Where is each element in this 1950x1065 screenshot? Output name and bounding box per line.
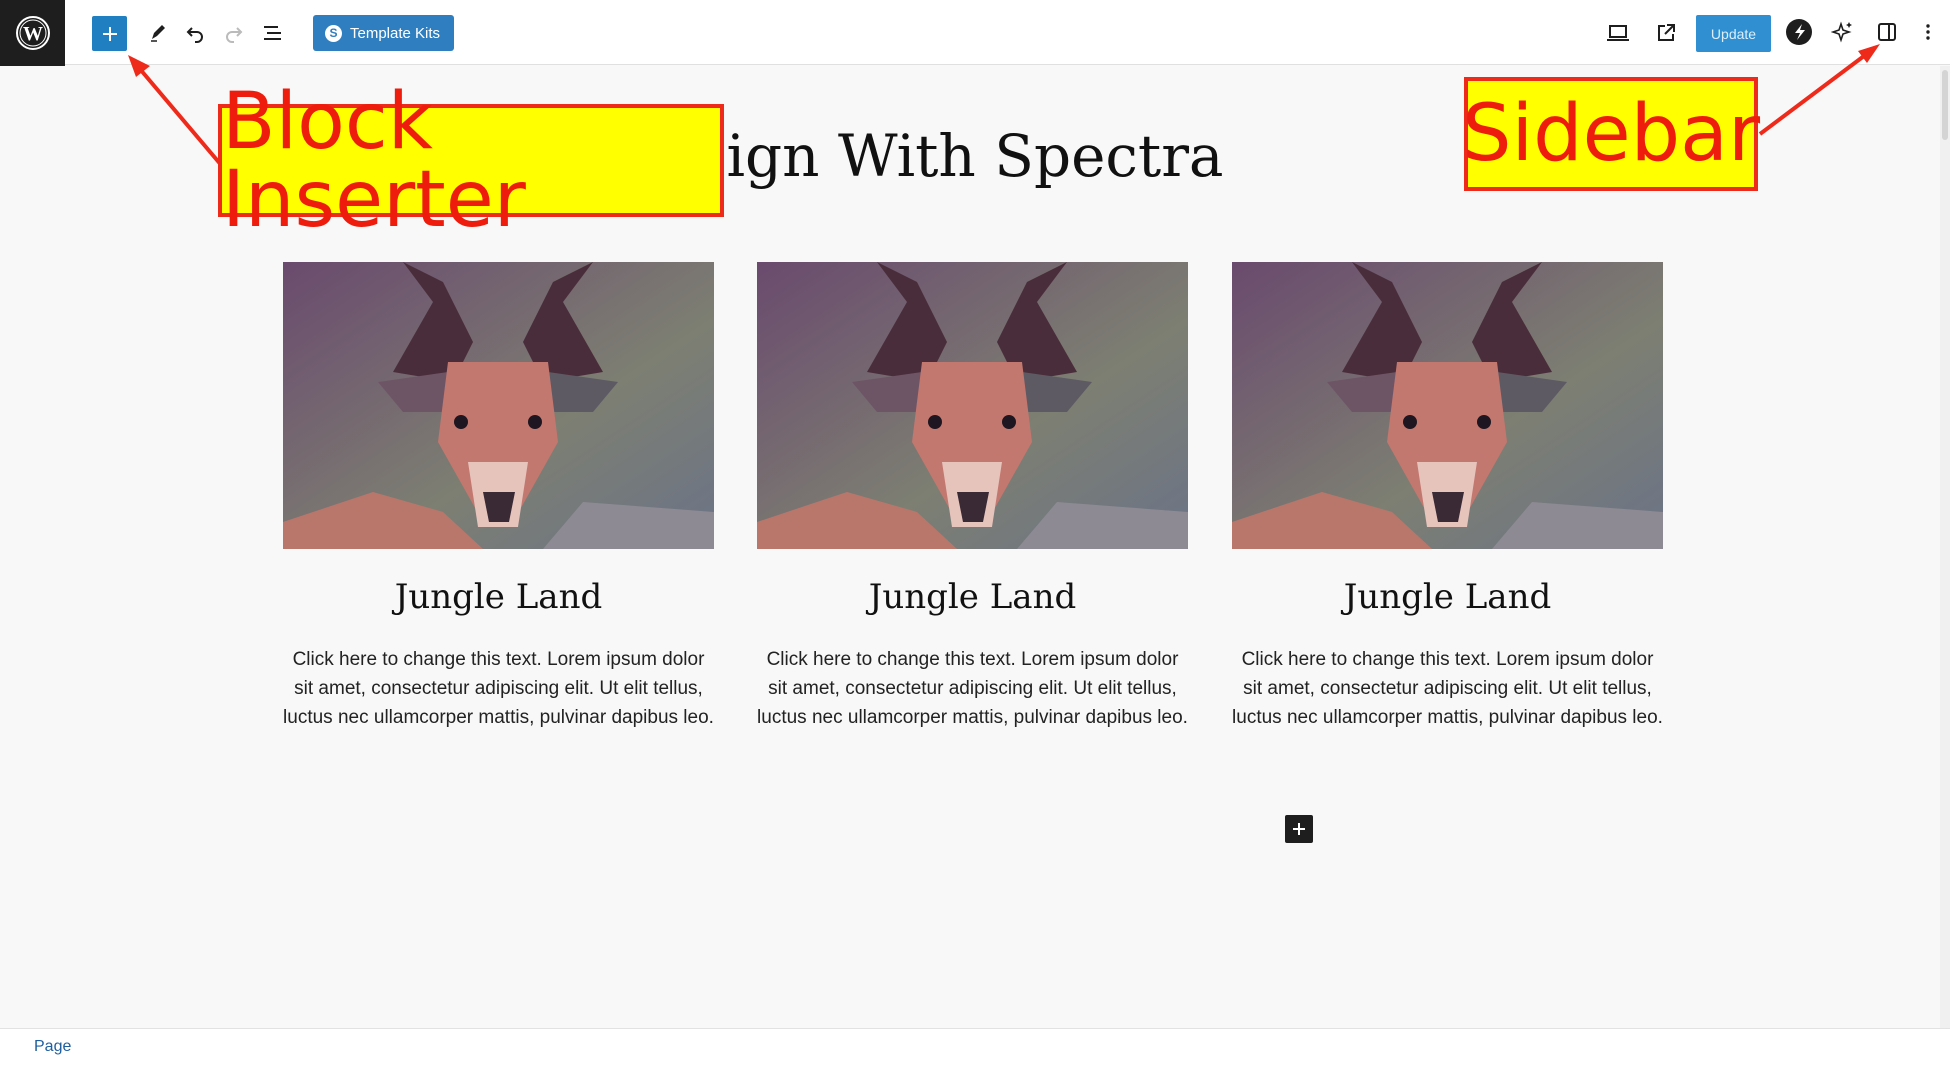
update-button[interactable]: Update (1696, 15, 1771, 52)
deer-image[interactable] (757, 262, 1188, 549)
card-columns: Jungle Land Click here to change this te… (283, 262, 1663, 762)
block-inserter-callout-label: Block Inserter (222, 76, 526, 245)
wordpress-logo-icon[interactable]: W (0, 0, 65, 66)
pencil-icon (151, 25, 165, 42)
block-inserter-callout: Block Inserter (218, 83, 724, 239)
spectra-icon (1786, 19, 1812, 45)
card-text[interactable]: Click here to change this text. Lorem ip… (757, 645, 1188, 732)
sidebar-callout-label: Sidebar (1461, 89, 1761, 179)
card-title[interactable]: Jungle Land (283, 577, 714, 617)
update-label: Update (1710, 25, 1757, 42)
card-title[interactable]: Jungle Land (1232, 577, 1663, 617)
add-block-button[interactable] (1285, 815, 1313, 843)
breadcrumb-page[interactable]: Page (34, 1038, 71, 1056)
scrollbar-track[interactable] (1940, 66, 1950, 1028)
external-link-icon (1658, 24, 1675, 41)
spectra-icon: S (325, 24, 342, 42)
list-view-button[interactable] (256, 16, 290, 50)
view-page-button[interactable] (1648, 16, 1684, 50)
plus-icon (1293, 823, 1305, 835)
card[interactable]: Jungle Land Click here to change this te… (283, 262, 714, 732)
card[interactable]: Jungle Land Click here to change this te… (1232, 262, 1663, 732)
editor-footer: Page (0, 1028, 1950, 1065)
editor-toolbar: W S Template Kits Update (0, 0, 1950, 66)
more-vertical-icon (1926, 24, 1930, 40)
scrollbar-thumb[interactable] (1942, 70, 1948, 140)
plus-icon (102, 26, 117, 41)
sidebar-callout: Sidebar (1461, 77, 1761, 191)
deer-image[interactable] (1232, 262, 1663, 549)
sparkles-icon (1831, 21, 1852, 43)
laptop-preview-icon (1607, 25, 1629, 41)
ai-assistant-button[interactable] (1826, 15, 1860, 49)
svg-text:W: W (23, 23, 43, 45)
sidebar-toggle-icon (1878, 23, 1896, 41)
card-title[interactable]: Jungle Land (757, 577, 1188, 617)
template-kits-label: Template Kits (350, 24, 441, 42)
settings-sidebar-button[interactable] (1870, 15, 1904, 49)
tools-button[interactable] (141, 16, 175, 50)
list-view-icon (264, 26, 281, 40)
template-kits-button[interactable]: S Template Kits (313, 15, 454, 51)
undo-icon (186, 27, 203, 43)
block-inserter-button[interactable] (92, 16, 127, 51)
card-text[interactable]: Click here to change this text. Lorem ip… (1232, 645, 1663, 732)
card-text[interactable]: Click here to change this text. Lorem ip… (283, 645, 714, 732)
deer-image[interactable] (283, 262, 714, 549)
spectra-button[interactable] (1784, 15, 1814, 49)
redo-icon (226, 27, 243, 43)
preview-button[interactable] (1600, 16, 1636, 50)
card[interactable]: Jungle Land Click here to change this te… (757, 262, 1188, 732)
options-button[interactable] (1914, 15, 1942, 49)
undo-button[interactable] (178, 16, 212, 50)
redo-button[interactable] (217, 16, 251, 50)
